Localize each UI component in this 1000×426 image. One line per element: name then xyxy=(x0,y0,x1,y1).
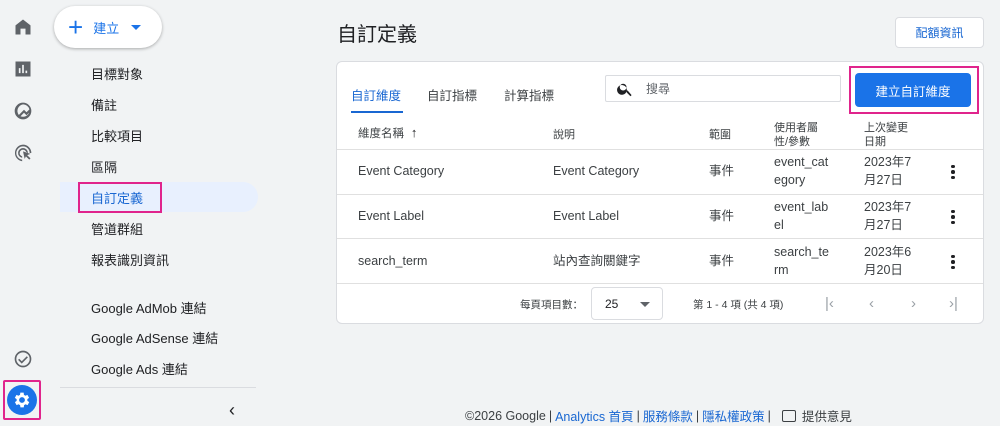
rows-per-page-select[interactable]: 25 xyxy=(591,287,663,320)
check-circle-icon[interactable] xyxy=(11,347,35,371)
table-cell-description: Event Category xyxy=(553,164,640,178)
table-cell-name[interactable]: search_term xyxy=(358,252,427,270)
page-footer: ©2026 Google | Analytics 首頁 | 服務條款 | 隱私權… xyxy=(465,406,852,425)
row-divider xyxy=(337,149,983,150)
column-header-last-changed[interactable]: 上次變更 日期 xyxy=(864,121,908,149)
nav-divider xyxy=(60,387,256,388)
terms-link[interactable]: 服務條款 xyxy=(643,406,693,425)
nav-item-label: 報表識別資訊 xyxy=(91,252,170,268)
tab-calculated-metrics[interactable]: 計算指標 xyxy=(504,85,554,104)
nav-item-segments[interactable]: 區隔 xyxy=(60,151,258,181)
next-page-icon[interactable]: › xyxy=(911,295,916,312)
caret-down-icon xyxy=(640,302,650,307)
advertising-icon[interactable] xyxy=(11,141,35,165)
nav-item-google-ads-links[interactable]: Google Ads 連結 xyxy=(60,353,258,383)
tab-custom-dimensions[interactable]: 自訂維度 xyxy=(351,85,401,104)
pagination-range: 第 1 - 4 項 (共 4 項) xyxy=(693,299,784,311)
column-header-label: 性/參數 xyxy=(774,136,811,148)
nav-item-annotations[interactable]: 備註 xyxy=(60,89,258,119)
quota-info-button[interactable]: 配額資訊 xyxy=(895,17,984,48)
column-header-label: 上次變更 xyxy=(864,122,908,134)
chevron-left-icon[interactable]: ‹ xyxy=(229,400,235,421)
admin-button-highlight xyxy=(3,380,41,420)
table-cell-scope: 事件 xyxy=(709,164,735,178)
table-cell-parameter: event_cat egory xyxy=(774,155,829,187)
arrow-up-icon: ↑ xyxy=(407,125,418,140)
column-header-label: 使用者屬 xyxy=(774,122,818,134)
nav-item-label: 區隔 xyxy=(91,159,118,175)
explore-icon[interactable] xyxy=(11,99,35,123)
nav-item-label: Google Ads 連結 xyxy=(91,361,188,377)
table-cell-description: 站內查詢關鍵字 xyxy=(553,254,641,268)
create-button[interactable]: + 建立 xyxy=(54,6,162,48)
more-options-icon[interactable] xyxy=(944,162,962,182)
nav-item-label: 備註 xyxy=(91,97,118,113)
table-cell-date: 2023年7 月27日 xyxy=(864,155,912,187)
table-cell-name[interactable]: Event Label xyxy=(358,207,424,225)
column-header-description[interactable]: 說明 xyxy=(553,128,575,142)
last-page-icon[interactable]: ›| xyxy=(949,295,958,312)
icon-rail xyxy=(0,0,46,426)
table-cell-date: 2023年7 月27日 xyxy=(864,200,912,232)
tab-custom-metrics[interactable]: 自訂指標 xyxy=(427,85,477,104)
copyright: ©2026 Google xyxy=(465,408,546,423)
search-box xyxy=(605,75,841,102)
nav-item-admob-links[interactable]: Google AdMob 連結 xyxy=(60,292,258,322)
nav-item-channel-groups[interactable]: 管道群組 xyxy=(60,213,258,243)
gear-icon xyxy=(14,392,30,408)
table-cell-date: 2023年6 月20日 xyxy=(864,245,912,277)
nav-item-label: Google AdMob 連結 xyxy=(91,300,207,316)
create-custom-dimension-button[interactable]: 建立自訂維度 xyxy=(855,73,971,107)
create-button-label: 建立 xyxy=(93,20,120,36)
nav-item-comparisons[interactable]: 比較項目 xyxy=(60,120,258,150)
rows-per-page-label: 每頁項目數： xyxy=(520,299,583,311)
table-cell-description: Event Label xyxy=(553,209,620,223)
page-title: 自訂定義 xyxy=(337,24,417,46)
home-icon[interactable] xyxy=(11,15,35,39)
feedback-icon xyxy=(781,409,796,422)
nav-item-label: 比較項目 xyxy=(91,128,144,144)
column-header-scope[interactable]: 範圍 xyxy=(709,128,731,142)
nav-item-label: 管道群組 xyxy=(91,221,144,237)
table-cell-parameter: search_te rm xyxy=(774,245,829,277)
active-tab-indicator xyxy=(351,111,403,113)
admin-nav: + 建立 目標對象 備註 比較項目 區隔 自訂定義 管道群組 報表識別資訊 Go… xyxy=(46,0,314,426)
analytics-home-link[interactable]: Analytics 首頁 xyxy=(555,406,634,425)
nav-item-label: 目標對象 xyxy=(91,66,144,82)
privacy-link[interactable]: 隱私權政策 xyxy=(702,406,765,425)
row-divider xyxy=(337,283,983,284)
more-options-icon[interactable] xyxy=(944,207,962,227)
admin-gear-button[interactable] xyxy=(7,385,37,415)
nav-item-reporting-identity[interactable]: 報表識別資訊 xyxy=(60,244,258,274)
row-divider xyxy=(337,194,983,195)
column-header-label: 維度名稱 xyxy=(358,128,404,140)
custom-definitions-card: 自訂維度 自訂指標 計算指標 建立自訂維度 維度名稱 ↑ 說明 範圍 使用者屬 … xyxy=(336,61,984,324)
column-header-name[interactable]: 維度名稱 ↑ xyxy=(358,126,417,141)
search-icon xyxy=(617,83,632,96)
caret-down-icon xyxy=(131,24,142,30)
plus-icon: + xyxy=(68,12,84,42)
more-options-icon[interactable] xyxy=(944,252,962,272)
row-divider xyxy=(337,238,983,239)
nav-item-audiences[interactable]: 目標對象 xyxy=(60,58,258,88)
feedback-link[interactable]: 提供意見 xyxy=(802,406,852,425)
table-cell-scope: 事件 xyxy=(709,254,735,268)
active-item-highlight xyxy=(78,182,162,213)
first-page-icon[interactable]: |‹ xyxy=(825,295,834,312)
nav-item-label: Google AdSense 連結 xyxy=(91,330,219,346)
column-header-parameter[interactable]: 使用者屬 性/參數 xyxy=(774,121,818,149)
table-cell-name[interactable]: Event Category xyxy=(358,162,444,180)
column-header-label: 日期 xyxy=(864,136,886,148)
rows-per-page-value: 25 xyxy=(605,296,619,311)
nav-item-adsense-links[interactable]: Google AdSense 連結 xyxy=(60,322,258,352)
table-cell-scope: 事件 xyxy=(709,209,735,223)
previous-page-icon[interactable]: ‹ xyxy=(869,295,874,312)
table-cell-parameter: event_lab el xyxy=(774,200,829,232)
search-input[interactable] xyxy=(646,81,826,96)
reports-icon[interactable] xyxy=(11,57,35,81)
